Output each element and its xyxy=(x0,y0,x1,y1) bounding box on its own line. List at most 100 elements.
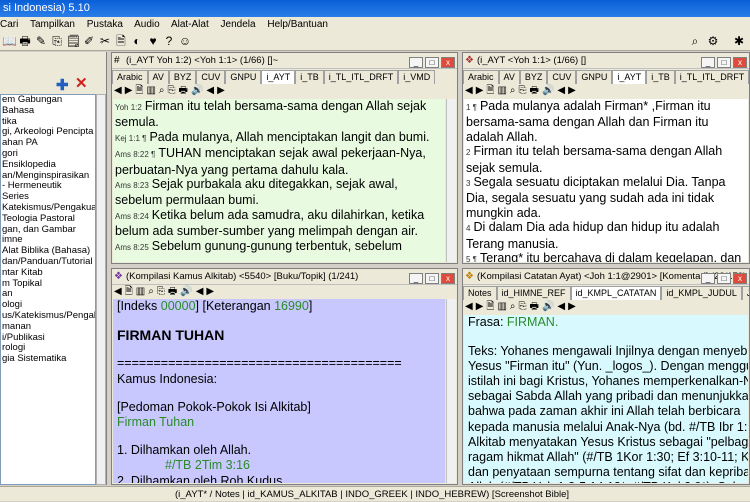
menu-help[interactable]: Help/Bantuan xyxy=(267,19,328,30)
next-icon[interactable]: ▶ xyxy=(206,286,214,297)
open-book-icon[interactable]: 📖 xyxy=(2,34,17,48)
copy-small-icon[interactable]: ⎘ xyxy=(168,85,176,96)
copy-small-icon[interactable]: ⎘ xyxy=(519,85,527,96)
menu-cari[interactable]: Cari xyxy=(0,19,18,30)
tab-i-tl-itl-drft[interactable]: i_TL_ITL_DRFT xyxy=(323,70,399,84)
vertical-scrollbar[interactable] xyxy=(446,99,456,262)
tab-av[interactable]: AV xyxy=(147,70,169,84)
verse-line[interactable]: Ams 8:23 Sejak purbakala aku ditegakkan, … xyxy=(113,177,445,208)
book-icon[interactable]: ▥ xyxy=(146,85,155,96)
forward-icon[interactable]: ▶ xyxy=(125,85,133,96)
close-button[interactable]: x xyxy=(441,273,455,284)
tab-jfb[interactable]: JFB xyxy=(741,286,749,300)
library-scrollbar[interactable] xyxy=(96,94,106,485)
maximize-button[interactable]: □ xyxy=(717,273,731,284)
back-icon[interactable]: ◀ xyxy=(465,301,473,312)
search-small-icon[interactable]: ⌕ xyxy=(148,286,154,297)
book-icon[interactable]: ▥ xyxy=(497,301,506,312)
library-item[interactable]: Bahasa xyxy=(1,105,95,117)
print-small-icon[interactable]: 🖶 xyxy=(179,85,188,96)
verse-reference[interactable]: 1 ¶ xyxy=(466,103,477,112)
verse-reference[interactable]: Yoh 1:2 xyxy=(115,103,142,112)
verse-line[interactable]: 2 Firman itu telah bersama-sama dengan Al… xyxy=(464,144,748,175)
library-item[interactable]: Teologia Pastoral xyxy=(1,213,95,225)
print-icon[interactable]: 🖶 xyxy=(18,34,32,48)
verse-list[interactable]: 1 ¶ Pada mulanya adalah Firman* ,Firman i… xyxy=(464,99,748,262)
minimize-button[interactable]: _ xyxy=(409,273,423,284)
print-small-icon[interactable]: 🖶 xyxy=(530,85,539,96)
maximize-button[interactable]: □ xyxy=(425,273,439,284)
heart-icon[interactable]: ♥ xyxy=(146,34,160,48)
topic-link[interactable]: Firman Tuhan xyxy=(117,415,445,430)
tab-cuv[interactable]: CUV xyxy=(547,70,577,84)
minimize-button[interactable]: _ xyxy=(409,57,423,68)
window-title-bar[interactable]: # (i_AYT Yoh 1:2) <Yoh 1:1> (1/66) []~ _… xyxy=(112,53,457,69)
menu-tampilkan[interactable]: Tampilkan xyxy=(30,19,75,30)
tab-id-kmpl-catatan[interactable]: id_KMPL_CATATAN xyxy=(570,286,662,300)
delete-icon[interactable]: ✕ xyxy=(75,74,88,92)
maximize-button[interactable]: □ xyxy=(425,57,439,68)
verse-reference[interactable]: 4 xyxy=(466,224,470,233)
verse-line[interactable]: Yoh 1:2 Firman itu telah bersama-sama den… xyxy=(113,99,445,130)
verse-reference[interactable]: Ams 8:23 xyxy=(115,181,149,190)
doc-icon[interactable]: 🗎 xyxy=(135,85,143,96)
commentary-content[interactable]: Frasa: FIRMAN. Teks: Yohanes mengawali I… xyxy=(464,315,748,483)
keterangan-number[interactable]: 16990 xyxy=(274,299,309,313)
tab-i-tb[interactable]: i_TB xyxy=(295,70,324,84)
minimize-button[interactable]: _ xyxy=(701,273,715,284)
verse-line[interactable]: Ams 8:24 Ketika belum ada samudra, aku di… xyxy=(113,208,445,239)
window-title-bar[interactable]: ❖ (Kompilasi Kamus Alkitab) <5540> [Buku… xyxy=(112,269,457,285)
back-icon[interactable]: ◀ xyxy=(114,286,122,297)
tab-i-tb[interactable]: i_TB xyxy=(646,70,675,84)
help-icon[interactable]: ? xyxy=(162,34,176,48)
audio-icon[interactable]: 🔊 xyxy=(191,85,203,96)
book-icon[interactable]: ▥ xyxy=(136,286,145,297)
tab-cuv[interactable]: CUV xyxy=(196,70,226,84)
highlight-icon[interactable]: ✐ xyxy=(82,34,96,48)
index-number[interactable]: 00000 xyxy=(161,299,196,313)
verse-list[interactable]: Yoh 1:2 Firman itu telah bersama-sama den… xyxy=(113,99,445,262)
doc-icon[interactable]: 🗎 xyxy=(125,286,133,297)
copy-small-icon[interactable]: ⎘ xyxy=(519,301,527,312)
tab-i-vmd[interactable]: i_VMD xyxy=(398,70,436,84)
tab-i-tl-itl-drft[interactable]: i_TL_ITL_DRFT xyxy=(674,70,749,84)
prev-icon[interactable]: ◀ xyxy=(557,85,565,96)
minimize-button[interactable]: _ xyxy=(701,57,715,68)
window-title-bar[interactable]: ❖ (i_AYT <Yoh 1:1> (1/66) [] _ □ x xyxy=(463,53,749,69)
doc-icon[interactable]: 🗎 xyxy=(486,301,494,312)
audio-icon[interactable]: 🔊 xyxy=(180,286,192,297)
verse-reference[interactable]: Ams 8:22 ¶ xyxy=(115,150,155,159)
tab-arabic[interactable]: Arabic xyxy=(463,70,499,84)
close-button[interactable]: x xyxy=(441,57,455,68)
window-title-bar[interactable]: ❖ (Kompilasi Catatan Ayat) <Joh 1:1@2901… xyxy=(463,269,749,285)
prev-icon[interactable]: ◀ xyxy=(557,301,565,312)
search-icon[interactable]: ⌕ xyxy=(688,34,702,48)
prev-icon[interactable]: ◀ xyxy=(206,85,214,96)
page-icon[interactable]: 🗎 xyxy=(114,34,128,48)
notes-icon[interactable]: 🗒 xyxy=(66,34,81,48)
menu-pustaka[interactable]: Pustaka xyxy=(87,19,123,30)
menu-alat-alat[interactable]: Alat-Alat xyxy=(171,19,209,30)
verse-line[interactable]: 5 ¶ Terang* itu bercahaya di dalam kegela… xyxy=(464,251,748,262)
close-button[interactable]: x xyxy=(733,57,747,68)
verse-line[interactable]: Kej 1:1 ¶ Pada mulanya, Allah menciptakan… xyxy=(113,130,445,146)
verse-line[interactable]: 1 ¶ Pada mulanya adalah Firman* ,Firman i… xyxy=(464,99,748,144)
library-tree[interactable]: em Gabungan Bahasa tika gi, Arkeologi Penci… xyxy=(0,94,96,485)
verse-reference-link[interactable]: #/TB 2Tim 3:16 xyxy=(117,458,445,473)
add-icon[interactable]: ✚ xyxy=(56,76,69,94)
edit-icon[interactable]: ✎ xyxy=(34,34,48,48)
next-icon[interactable]: ▶ xyxy=(217,85,225,96)
back-icon[interactable]: ◀ xyxy=(114,85,122,96)
library-item[interactable]: ntar Kitab xyxy=(1,267,95,279)
print-small-icon[interactable]: 🖶 xyxy=(530,301,539,312)
tab-id-kmpl-judul[interactable]: id_KMPL_JUDUL xyxy=(661,286,742,300)
tab-i-ayt[interactable]: i_AYT xyxy=(261,70,296,84)
book-icon[interactable]: ▥ xyxy=(497,85,506,96)
user-icon[interactable]: ☺ xyxy=(178,34,192,48)
tab-byz[interactable]: BYZ xyxy=(168,70,197,84)
verse-line[interactable]: Ams 8:22 ¶ TUHAN menciptakan sejak awal p… xyxy=(113,146,445,177)
library-item[interactable]: gia Sistematika xyxy=(1,353,95,365)
verse-reference[interactable]: Ams 8:25 xyxy=(115,243,149,252)
verse-reference[interactable]: 5 ¶ xyxy=(466,255,477,262)
tools-icon[interactable]: ✂ xyxy=(98,34,112,48)
